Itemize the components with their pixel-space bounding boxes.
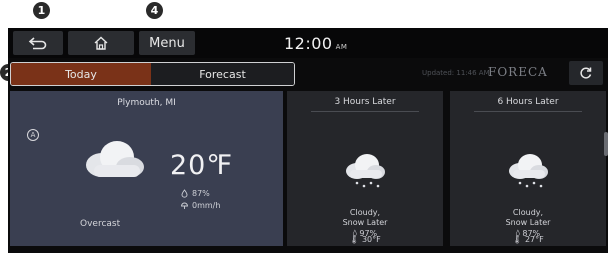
precipitation-value: 0mm/h xyxy=(192,201,221,210)
top-bar: Menu 12:00 AM xyxy=(8,28,608,58)
clock-time: 12:00 xyxy=(284,34,333,53)
forecast-condition-line2: Snow Later xyxy=(342,218,388,227)
location-badge: A xyxy=(27,129,39,141)
precipitation-icon xyxy=(181,202,188,209)
home-icon xyxy=(94,36,108,50)
precipitation-stat: 0mm/h xyxy=(180,201,220,210)
humidity-value: 87% xyxy=(192,189,210,198)
forecast-title: 3 Hours Later xyxy=(334,97,396,107)
tab-forecast[interactable]: Forecast xyxy=(151,63,294,85)
forecast-card[interactable]: 3 Hours Later Cloudy, Snow Later 🌡︎ 30°F xyxy=(287,91,443,246)
menu-label: Menu xyxy=(149,35,185,51)
snow-cloud-icon xyxy=(509,154,548,188)
back-button[interactable] xyxy=(13,31,63,55)
humidity-icon xyxy=(181,189,188,198)
forecast-humidity: 97% xyxy=(359,229,378,238)
current-weather-card[interactable]: Plymouth, MI A 20℉ Overcast 87% 0mm/h xyxy=(10,91,283,246)
refresh-button[interactable] xyxy=(569,61,603,85)
current-temperature: 20℉ xyxy=(170,150,234,181)
forecast-condition-line2: Snow Later xyxy=(505,218,551,227)
menu-button[interactable]: Menu xyxy=(139,31,195,55)
forecast-condition: Cloudy, Snow Later xyxy=(450,208,606,228)
snow-cloud-icon xyxy=(346,154,385,188)
forecast-condition-line1: Cloudy, xyxy=(349,208,381,217)
forecast-humidity: 87% xyxy=(522,229,541,238)
tab-today[interactable]: Today xyxy=(11,63,151,85)
clock: 12:00 AM xyxy=(284,34,347,53)
updated-time: Updated: 11:46 AM xyxy=(422,69,490,77)
forecast-card[interactable]: 6 Hours Later Cloudy, Snow Later 🌡︎ 27°F xyxy=(450,91,606,246)
weather-screen: Menu 12:00 AM Today Forecast Updated: 11:… xyxy=(8,28,608,253)
home-button[interactable] xyxy=(68,31,134,55)
back-icon xyxy=(28,37,47,50)
humidity-stat: 87% xyxy=(180,189,210,198)
foreca-logo: FORECA xyxy=(488,65,548,79)
tab-bar: Today Forecast xyxy=(10,62,295,86)
callout-1: 1 xyxy=(33,2,50,19)
divider xyxy=(311,111,419,112)
refresh-icon xyxy=(580,67,592,79)
forecast-condition: Cloudy, Snow Later xyxy=(287,208,443,228)
forecast-humidity-row: ◊ 87% xyxy=(450,229,606,238)
forecast-title: 6 Hours Later xyxy=(497,97,559,107)
cloud-icon xyxy=(86,141,144,177)
callout-4: 4 xyxy=(146,2,163,19)
scroll-handle[interactable] xyxy=(604,132,608,156)
divider xyxy=(474,111,582,112)
forecast-humidity-row: ◊ 97% xyxy=(287,229,443,238)
clock-ampm: AM xyxy=(335,43,348,51)
forecast-condition-line1: Cloudy, xyxy=(512,208,544,217)
city-name: Plymouth, MI xyxy=(117,98,176,108)
current-condition: Overcast xyxy=(80,219,121,229)
